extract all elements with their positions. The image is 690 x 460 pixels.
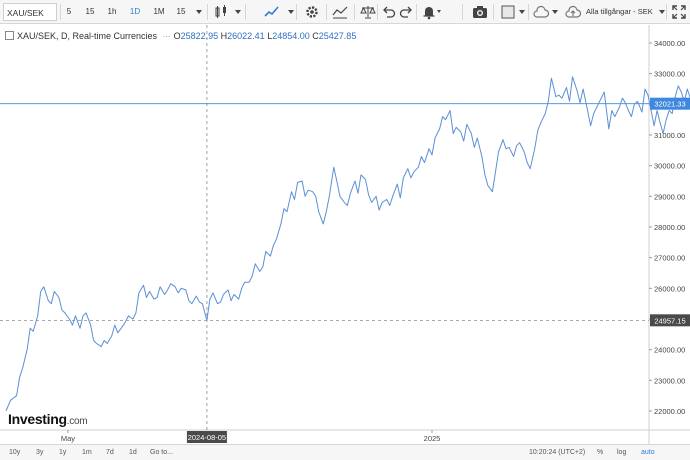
- logo-suffix: .com: [66, 416, 88, 427]
- legend-open: 25822.95: [180, 31, 219, 41]
- toolbar-divider: [528, 4, 529, 20]
- chevron-down-icon[interactable]: [519, 10, 525, 14]
- cloud-icon[interactable]: [533, 4, 549, 20]
- legend-open-label: O: [173, 31, 181, 41]
- y-tick-label: 24000.00: [654, 346, 685, 355]
- toolbar-divider: [207, 4, 208, 20]
- y-tick-label: 31000.00: [654, 131, 685, 140]
- goto-date-button[interactable]: Go to...: [150, 447, 173, 458]
- legend-close: 25427.85: [318, 31, 357, 41]
- currency-selector[interactable]: Alla tillgångar - SEK: [586, 3, 662, 21]
- undo-icon[interactable]: [381, 4, 397, 20]
- fullscreen-icon[interactable]: [671, 4, 687, 20]
- x-tick-label: 2025: [424, 434, 441, 443]
- cloud-upload-icon[interactable]: [565, 4, 581, 20]
- range-10y-button[interactable]: 10y: [9, 447, 20, 458]
- redo-icon[interactable]: [398, 4, 414, 20]
- y-tick-label: 22000.00: [654, 407, 685, 416]
- indicators-icon[interactable]: [332, 4, 348, 20]
- chevron-down-icon[interactable]: [659, 10, 665, 14]
- interval-1d-button[interactable]: 1D: [126, 3, 144, 21]
- layout-square-icon[interactable]: [500, 4, 516, 20]
- chevron-down-icon[interactable]: [196, 10, 202, 14]
- toolbar-divider: [245, 4, 246, 20]
- crosshair-price-label: 24957.15: [654, 316, 685, 325]
- time-zone-display[interactable]: 10:20:24 (UTC+2): [529, 447, 585, 458]
- interval-1m-button[interactable]: 1M: [150, 3, 168, 21]
- toolbar-divider: [666, 4, 667, 20]
- y-tick-label: 26000.00: [654, 284, 685, 293]
- range-1d-button[interactable]: 1d: [129, 447, 137, 458]
- toolbar-divider: [326, 4, 327, 20]
- range-1m-button[interactable]: 1m: [82, 447, 92, 458]
- toolbar-divider: [377, 4, 378, 20]
- collapse-legend-icon[interactable]: [5, 31, 14, 40]
- toolbar-divider: [493, 4, 494, 20]
- toolbar-divider: [416, 4, 417, 20]
- camera-icon[interactable]: [472, 4, 488, 20]
- legend-high: 26022.41: [227, 31, 265, 41]
- toolbar-divider: [462, 4, 463, 20]
- chevron-down-icon[interactable]: [288, 10, 294, 14]
- chevron-down-icon[interactable]: [235, 10, 241, 14]
- interval-15-button[interactable]: 15: [82, 3, 98, 21]
- y-tick-label: 29000.00: [654, 192, 685, 201]
- interval-5-button[interactable]: 5: [62, 3, 76, 21]
- interval-1h-button[interactable]: 1h: [104, 3, 120, 21]
- y-tick-label: 30000.00: [654, 162, 685, 171]
- last-price-label: 32021.33: [654, 100, 685, 109]
- log-scale-button[interactable]: log: [617, 447, 626, 458]
- range-7d-button[interactable]: 7d: [106, 447, 114, 458]
- y-tick-label: 33000.00: [654, 70, 685, 79]
- toolbar-divider: [354, 4, 355, 20]
- legend-low: 24854.00: [272, 31, 310, 41]
- chart-toolbar: XAU/SEK 5 15 1h 1D 1M 15 Alla tillgångar…: [0, 0, 690, 24]
- logo-main: Investing: [8, 411, 67, 427]
- range-1y-button[interactable]: 1y: [59, 447, 66, 458]
- price-series-line: [5, 76, 690, 412]
- interval-dropdown[interactable]: 15: [173, 3, 189, 21]
- range-bar: 10y 3y 1y 1m 7d 1d Go to... 10:20:24 (UT…: [0, 444, 690, 460]
- gear-icon[interactable]: [304, 4, 320, 20]
- alert-bell-icon[interactable]: [421, 4, 437, 20]
- crosshair-date-label: 2024-08-05: [188, 433, 226, 442]
- y-tick-label: 27000.00: [654, 254, 685, 263]
- y-tick-label: 34000.00: [654, 39, 685, 48]
- y-tick-label: 28000.00: [654, 223, 685, 232]
- auto-scale-button[interactable]: auto: [641, 447, 655, 458]
- y-tick-label: 23000.00: [654, 376, 685, 385]
- chevron-down-icon[interactable]: [552, 10, 558, 14]
- investing-logo: Investing.com: [8, 411, 88, 427]
- percent-scale-button[interactable]: %: [597, 447, 603, 458]
- toolbar-divider: [296, 4, 297, 20]
- compare-scale-icon[interactable]: [360, 4, 376, 20]
- line-chart-icon[interactable]: [264, 4, 280, 20]
- x-tick-label: May: [61, 434, 75, 443]
- symbol-input[interactable]: XAU/SEK: [3, 3, 57, 21]
- toolbar-divider: [60, 4, 61, 20]
- price-chart[interactable]: 22000.0023000.0024000.0025000.0026000.00…: [0, 25, 690, 445]
- chart-legend: XAU/SEK, D, Real-time Currencies ⋯ O25822…: [5, 31, 356, 41]
- range-3y-button[interactable]: 3y: [36, 447, 43, 458]
- legend-settings-icon[interactable]: ⋯: [163, 32, 171, 41]
- chevron-down-icon[interactable]: [437, 10, 441, 13]
- legend-title: XAU/SEK, D, Real-time Currencies: [17, 31, 158, 41]
- candlestick-icon[interactable]: [213, 4, 229, 20]
